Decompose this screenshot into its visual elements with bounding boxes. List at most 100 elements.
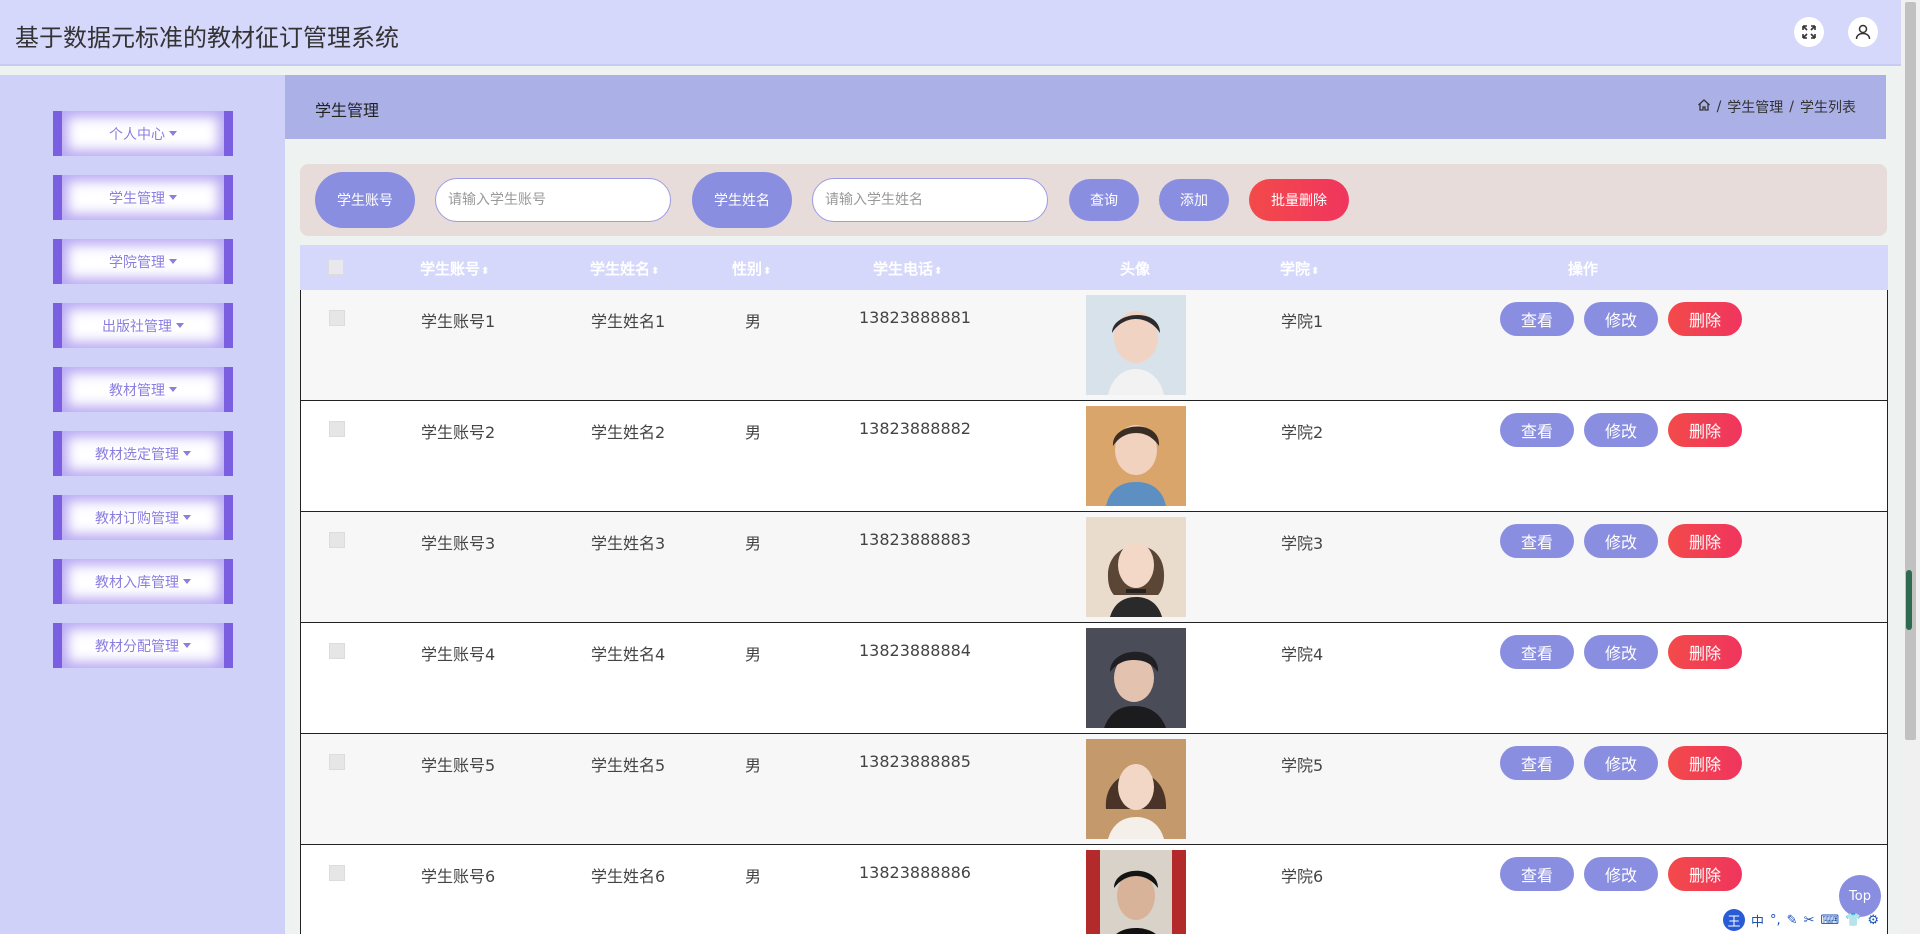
column-header-college[interactable]: 学院⬍ (1280, 258, 1319, 279)
cell-gender: 男 (745, 534, 762, 553)
sidebar-item-textbook-selection[interactable]: 教材选定管理 (53, 431, 233, 476)
edit-button[interactable]: 修改 (1584, 302, 1658, 336)
ime-toolbar: 王 中 °, ✎ ✂ ⌨ 👕 ⚙ (1723, 909, 1903, 931)
cell-account: 学生账号4 (421, 645, 496, 664)
ime-mode[interactable]: 中 (1751, 911, 1764, 930)
column-header-gender[interactable]: 性别⬍ (732, 258, 771, 279)
view-button[interactable]: 查看 (1500, 746, 1574, 780)
cell-gender: 男 (745, 423, 762, 442)
sidebar-item-student-management[interactable]: 学生管理 (53, 175, 233, 220)
edit-button[interactable]: 修改 (1584, 524, 1658, 558)
view-button[interactable]: 查看 (1500, 635, 1574, 669)
top-header: 基于数据元标准的教材征订管理系统 (0, 0, 1901, 64)
row-checkbox[interactable] (329, 643, 345, 659)
sidebar-item-personal-center[interactable]: 个人中心 (53, 111, 233, 156)
sidebar-item-label: 教材订购管理 (95, 510, 179, 527)
delete-button[interactable]: 删除 (1668, 413, 1742, 447)
avatar (1086, 295, 1186, 395)
table-row: 学生账号2 学生姓名2 男 13823888882 学院2 查看 修改 删除 (300, 401, 1888, 512)
sidebar-item-textbook-stock-in[interactable]: 教材入库管理 (53, 559, 233, 604)
cell-gender: 男 (745, 867, 762, 886)
edit-button[interactable]: 修改 (1584, 857, 1658, 891)
avatar (1086, 517, 1186, 617)
select-all-checkbox[interactable] (328, 259, 344, 275)
page-scrollbar[interactable] (1901, 0, 1920, 934)
cell-account: 学生账号3 (421, 534, 496, 553)
student-table: 学生账号⬍ 学生姓名⬍ 性别⬍ 学生电话⬍ 头像 学院⬍ 操作 学生账号1 学生… (300, 245, 1888, 934)
cell-name: 学生姓名2 (591, 423, 666, 442)
account-search-input[interactable] (435, 178, 671, 222)
add-button[interactable]: 添加 (1159, 179, 1229, 221)
row-checkbox[interactable] (329, 754, 345, 770)
cell-account: 学生账号1 (421, 312, 496, 331)
row-checkbox[interactable] (329, 421, 345, 437)
delete-button[interactable]: 删除 (1668, 635, 1742, 669)
sidebar-item-college-management[interactable]: 学院管理 (53, 239, 233, 284)
sidebar-item-publisher-management[interactable]: 出版社管理 (53, 303, 233, 348)
pen-icon[interactable]: ✎ (1787, 913, 1798, 928)
caret-down-icon (169, 259, 177, 264)
edit-button[interactable]: 修改 (1584, 635, 1658, 669)
user-icon[interactable] (1848, 17, 1878, 47)
row-checkbox[interactable] (329, 310, 345, 326)
table-row: 学生账号5 学生姓名5 男 13823888885 学院5 查看 修改 删除 (300, 734, 1888, 845)
cell-name: 学生姓名4 (591, 645, 666, 664)
cell-gender: 男 (745, 756, 762, 775)
batch-delete-button[interactable]: 批量删除 (1249, 179, 1349, 221)
caret-down-icon (176, 323, 184, 328)
column-header-account[interactable]: 学生账号⬍ (420, 258, 489, 279)
edit-button[interactable]: 修改 (1584, 746, 1658, 780)
sidebar-item-textbook-distribution[interactable]: 教材分配管理 (53, 623, 233, 668)
cell-name: 学生姓名3 (591, 534, 666, 553)
cell-gender: 男 (745, 312, 762, 331)
scissors-icon[interactable]: ✂ (1804, 913, 1815, 928)
sort-icon: ⬍ (651, 266, 660, 277)
page-title: 学生管理 (315, 101, 380, 120)
row-checkbox[interactable] (329, 532, 345, 548)
breadcrumb-item[interactable]: 学生管理 (1727, 97, 1783, 117)
cell-college: 学院5 (1281, 756, 1324, 775)
fullscreen-icon[interactable] (1794, 17, 1824, 47)
delete-button[interactable]: 删除 (1668, 857, 1742, 891)
table-row: 学生账号4 学生姓名4 男 13823888884 学院4 查看 修改 删除 (300, 623, 1888, 734)
caret-down-icon (183, 515, 191, 520)
query-button[interactable]: 查询 (1069, 179, 1139, 221)
cell-account: 学生账号2 (421, 423, 496, 442)
avatar (1086, 850, 1186, 934)
sort-icon: ⬍ (763, 266, 772, 277)
sidebar-item-label: 教材管理 (109, 382, 165, 399)
breadcrumb-separator: / (1789, 99, 1794, 115)
cell-gender: 男 (745, 645, 762, 664)
home-icon[interactable] (1697, 98, 1711, 116)
delete-button[interactable]: 删除 (1668, 746, 1742, 780)
punctuation-icon[interactable]: °, (1770, 913, 1781, 928)
sidebar-item-textbook-ordering[interactable]: 教材订购管理 (53, 495, 233, 540)
cell-phone: 13823888882 (859, 419, 971, 438)
sidebar-item-textbook-management[interactable]: 教材管理 (53, 367, 233, 412)
sidebar: 个人中心 学生管理 学院管理 出版社管理 教材管理 教材选定管理 教材订购管理 … (0, 75, 285, 934)
cell-phone: 13823888885 (859, 752, 971, 771)
name-search-input[interactable] (812, 178, 1048, 222)
keyboard-icon[interactable]: ⌨ (1820, 913, 1839, 928)
gear-icon[interactable]: ⚙ (1867, 913, 1879, 928)
view-button[interactable]: 查看 (1500, 302, 1574, 336)
view-button[interactable]: 查看 (1500, 524, 1574, 558)
sort-icon: ⬍ (934, 266, 943, 277)
row-checkbox[interactable] (329, 865, 345, 881)
edit-button[interactable]: 修改 (1584, 413, 1658, 447)
side-widget-handle[interactable] (1906, 570, 1912, 630)
sidebar-item-label: 教材选定管理 (95, 446, 179, 463)
column-header-name[interactable]: 学生姓名⬍ (590, 258, 659, 279)
caret-down-icon (183, 579, 191, 584)
column-header-operations: 操作 (1568, 260, 1599, 278)
column-header-phone[interactable]: 学生电话⬍ (873, 258, 942, 279)
ime-logo-icon[interactable]: 王 (1723, 909, 1745, 931)
delete-button[interactable]: 删除 (1668, 302, 1742, 336)
name-label: 学生姓名 (692, 172, 792, 228)
view-button[interactable]: 查看 (1500, 413, 1574, 447)
skin-icon[interactable]: 👕 (1845, 913, 1861, 928)
cell-name: 学生姓名1 (591, 312, 666, 331)
view-button[interactable]: 查看 (1500, 857, 1574, 891)
delete-button[interactable]: 删除 (1668, 524, 1742, 558)
column-header-avatar: 头像 (1120, 260, 1151, 278)
